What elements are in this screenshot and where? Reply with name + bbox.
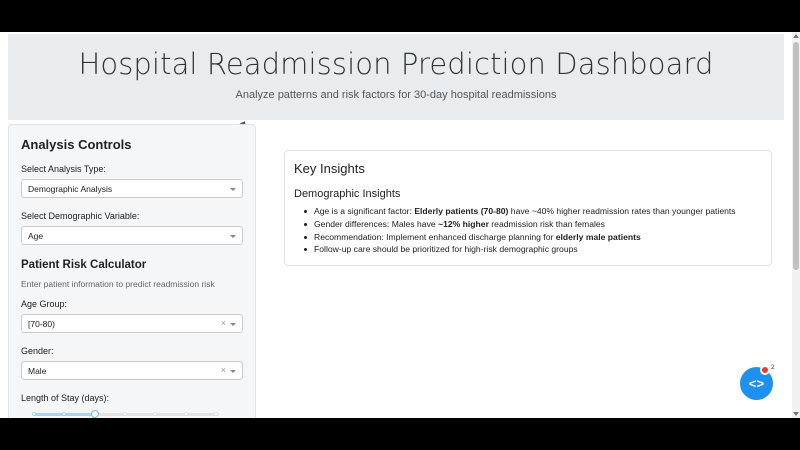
age-group-dropdown[interactable]: [70-80) × [21, 314, 243, 333]
debug-menu-button[interactable]: <> 2 [740, 364, 775, 400]
risk-calculator-hint: Enter patient information to predict rea… [21, 279, 215, 289]
slider-mark [62, 412, 66, 416]
key-insights-title: Key Insights [294, 161, 365, 176]
slider-mark [123, 412, 127, 416]
demographic-variable-value: Age [28, 231, 44, 241]
analysis-controls-panel: Analysis Controls Select Analysis Type: … [8, 124, 256, 418]
demographic-variable-dropdown[interactable]: Age [21, 226, 243, 245]
vertical-scrollbar[interactable] [792, 32, 800, 418]
analysis-type-label: Select Analysis Type: [21, 164, 106, 174]
clear-icon[interactable]: × [221, 318, 226, 328]
analysis-type-dropdown[interactable]: Demographic Analysis [21, 179, 243, 198]
page-title: Hospital Readmission Prediction Dashboar… [78, 47, 714, 81]
analysis-type-value: Demographic Analysis [28, 184, 113, 194]
slider-mark [153, 412, 157, 416]
slider-mark [184, 412, 188, 416]
demographic-insights-title: Demographic Insights [294, 188, 401, 200]
age-group-value: [70-80) [28, 319, 55, 329]
slider-handle[interactable] [91, 410, 99, 418]
error-count: 2 [771, 364, 775, 371]
list-item: Gender differences: Males have ~12% high… [304, 218, 762, 231]
page-header: Hospital Readmission Prediction Dashboar… [8, 34, 784, 120]
key-insights-card: Key Insights Demographic Insights Age is… [284, 150, 772, 266]
list-item: Age is a significant factor: Elderly pat… [304, 205, 762, 218]
list-item: Recommendation: Implement enhanced disch… [304, 231, 762, 244]
slider-mark [32, 412, 36, 416]
list-item: Follow-up care should be prioritized for… [304, 243, 762, 256]
gender-value: Male [28, 366, 47, 376]
age-group-label: Age Group: [21, 299, 68, 309]
slider-mark [214, 412, 218, 416]
chevron-down-icon [230, 188, 236, 191]
clear-icon[interactable]: × [221, 365, 226, 375]
insights-list: Age is a significant factor: Elderly pat… [294, 205, 762, 256]
scroll-up-icon[interactable] [793, 34, 799, 38]
error-badge-icon [760, 365, 770, 375]
scroll-down-icon[interactable] [793, 412, 799, 416]
chevron-down-icon [230, 323, 236, 326]
scrollbar-thumb[interactable] [793, 42, 799, 270]
controls-title: Analysis Controls [21, 137, 132, 152]
gender-dropdown[interactable]: Male × [21, 361, 243, 380]
risk-calculator-title: Patient Risk Calculator [21, 259, 147, 271]
code-icon: <> [748, 376, 765, 391]
chevron-down-icon [230, 370, 236, 373]
gender-label: Gender: [21, 346, 54, 356]
chevron-down-icon [230, 235, 236, 238]
length-of-stay-label: Length of Stay (days): [21, 393, 110, 403]
page-subtitle: Analyze patterns and risk factors for 30… [235, 89, 557, 101]
browser-viewport: Hospital Readmission Prediction Dashboar… [0, 32, 792, 418]
demographic-variable-label: Select Demographic Variable: [21, 211, 140, 221]
length-of-stay-slider[interactable]: 1 3 5 7 9 11 13 [21, 408, 243, 418]
